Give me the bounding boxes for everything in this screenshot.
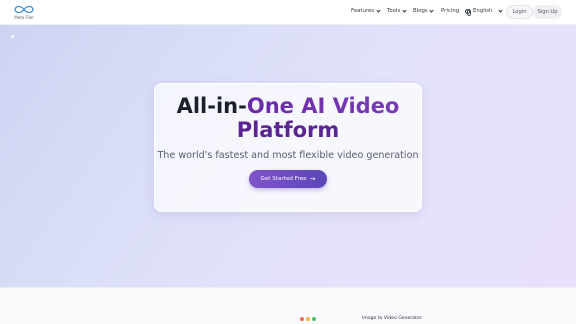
chevron-down-icon	[376, 7, 381, 13]
nav-blogs-menu[interactable]: Blogs	[413, 7, 434, 14]
brand-logo[interactable]: Meta Film	[11, 5, 37, 20]
chevron-down-icon	[429, 7, 434, 13]
nav-blogs-label: Blogs	[413, 8, 428, 14]
globe-icon	[465, 8, 471, 16]
infinity-logo-icon	[14, 5, 34, 14]
nav-pricing-link[interactable]: Pricing	[441, 8, 459, 14]
hero-title: All-in-One AI Video Platform	[154, 94, 422, 142]
language-label: English	[473, 8, 493, 14]
get-started-button[interactable]: Get Started Free →	[249, 170, 327, 188]
signup-button[interactable]: Sign Up	[533, 5, 562, 19]
brand-name: Meta Film	[14, 15, 34, 20]
nav-features-menu[interactable]: Features	[351, 7, 381, 14]
nav-tools-label: Tools	[387, 8, 401, 14]
preview-section	[0, 287, 576, 324]
nav-features-label: Features	[351, 8, 375, 14]
window-dot-yellow-icon	[306, 317, 310, 321]
hero-title-part3: Platform	[236, 118, 340, 142]
nav-pricing-label: Pricing	[441, 8, 460, 14]
hero-title-part1: All-in-	[176, 94, 247, 118]
chevron-down-icon	[402, 7, 407, 13]
chevron-down-icon	[498, 7, 504, 13]
sparkle-decoration	[11, 35, 14, 38]
arrow-right-icon: →	[309, 174, 316, 183]
hero-subtitle: The world's fastest and most flexible vi…	[157, 150, 419, 161]
hero-title-part2: One AI Video	[246, 94, 400, 118]
get-started-label: Get Started Free	[260, 176, 307, 182]
login-button[interactable]: Login	[506, 5, 533, 19]
window-dot-green-icon	[312, 317, 316, 321]
preview-label: Image to Video Generator	[362, 316, 422, 321]
top-navbar: Meta Film Features Tools Blogs Pricing E…	[0, 0, 576, 25]
nav-tools-menu[interactable]: Tools	[387, 7, 407, 14]
language-selector[interactable]: English	[465, 7, 504, 16]
window-dot-red-icon	[300, 317, 304, 321]
